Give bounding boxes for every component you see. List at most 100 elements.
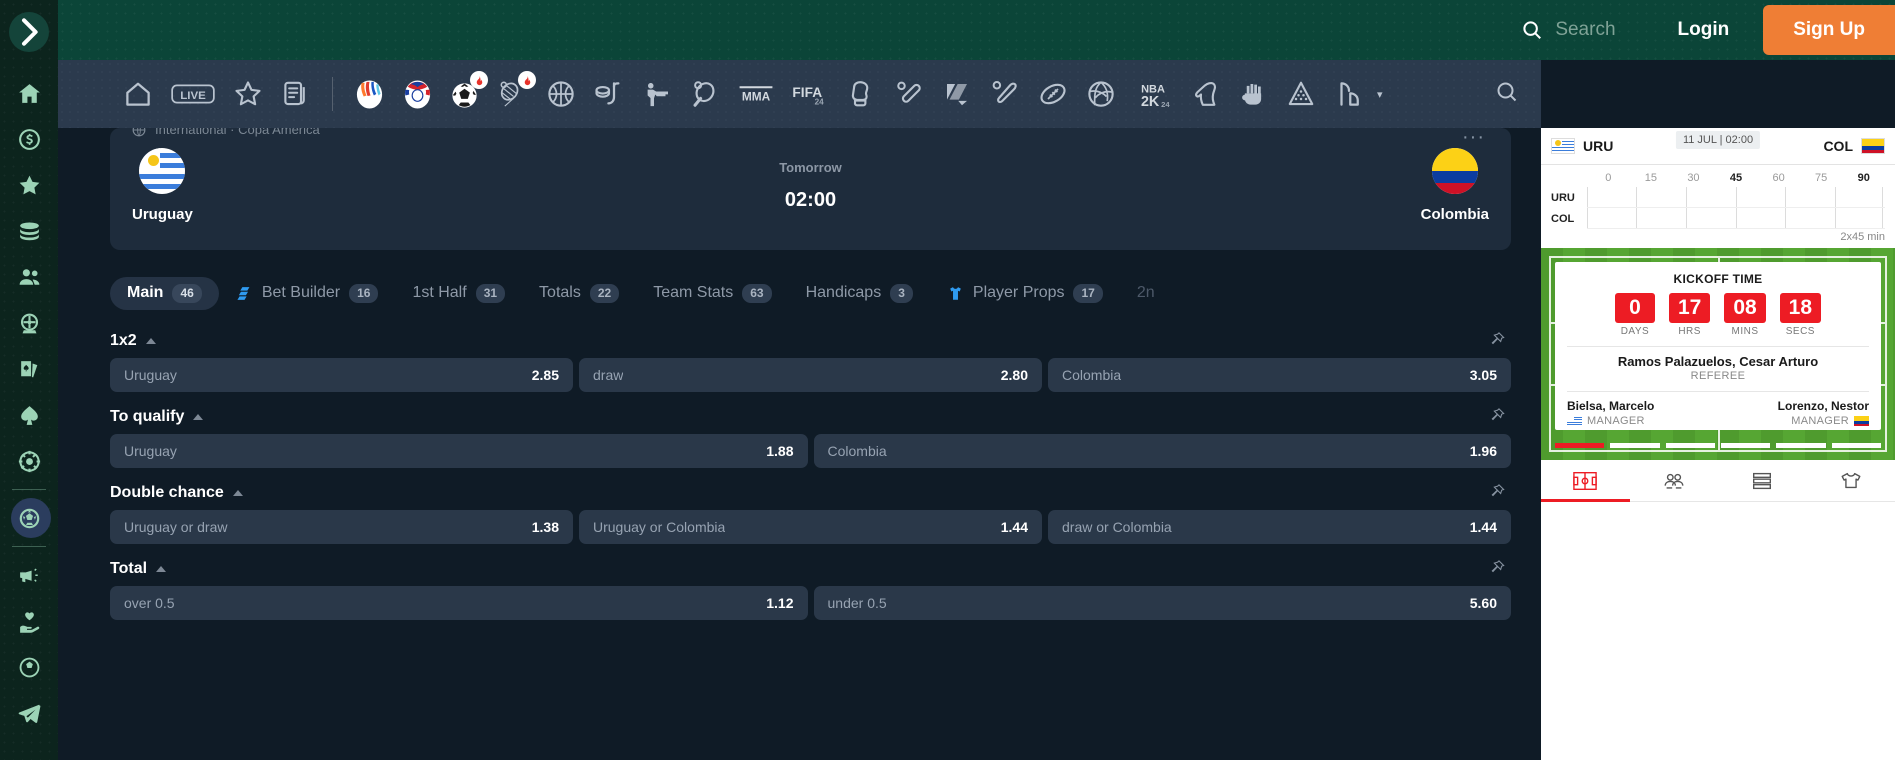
tab-1st-half[interactable]: 1st Half 31 (395, 277, 522, 310)
nav-tennis[interactable] (489, 67, 537, 121)
market-header[interactable]: To qualify (110, 400, 1511, 434)
breadcrumb[interactable]: International · Copa America (132, 128, 320, 137)
nav-home[interactable] (114, 67, 162, 121)
odd-button[interactable]: over 0.5 1.12 (110, 586, 808, 620)
nav-horse-racing[interactable] (1181, 67, 1229, 121)
tab-count: 3 (890, 283, 913, 303)
nav-american-football[interactable] (1029, 67, 1077, 121)
odd-button[interactable]: Colombia 3.05 (1048, 358, 1511, 392)
sidebar-item-news[interactable] (6, 552, 52, 598)
sidebar-item-home[interactable] (6, 70, 52, 116)
nav-favorites[interactable] (224, 67, 272, 121)
pin-market-button[interactable] (1489, 559, 1505, 581)
sidebar-item-coins[interactable] (6, 208, 52, 254)
nav-fifa24[interactable]: FIFA 24 (783, 67, 837, 121)
collapse-caret-icon[interactable] (193, 414, 204, 420)
sidebar-item-cards[interactable] (6, 346, 52, 392)
pin-market-button[interactable] (1489, 407, 1505, 429)
nav-esports-shooter[interactable] (633, 67, 681, 121)
sidebar-item-responsible-gaming[interactable] (6, 598, 52, 644)
odd-button[interactable]: Uruguay 1.88 (110, 434, 808, 468)
away-team[interactable]: Colombia (1421, 148, 1489, 223)
tab-totals[interactable]: Totals 22 (522, 277, 636, 310)
countdown-unit: DAYS (1620, 326, 1650, 337)
nav-copa-america[interactable] (393, 67, 441, 121)
nav-nba2k[interactable]: NBA 2K 24 (1125, 67, 1181, 121)
collapse-caret-icon[interactable] (232, 490, 243, 496)
market-header[interactable]: Total (110, 552, 1511, 586)
nav-soccer[interactable] (441, 67, 489, 121)
search-placeholder: Search (1555, 19, 1616, 40)
pin-market-button[interactable] (1489, 483, 1505, 505)
odd-value: 1.44 (1469, 519, 1497, 535)
nav-dota[interactable] (933, 67, 981, 121)
login-button[interactable]: Login (1678, 19, 1730, 41)
widget-tab-pitch[interactable] (1541, 460, 1630, 502)
nav-cricket[interactable] (885, 67, 933, 121)
nav-boxing[interactable] (837, 67, 885, 121)
sidebar-item-sports[interactable] (6, 495, 52, 541)
odd-button[interactable]: Colombia 1.96 (813, 434, 1511, 468)
nav-snooker[interactable] (1325, 67, 1373, 121)
widget-tab-lineup[interactable] (1630, 460, 1719, 501)
boxing-glove-icon (851, 81, 869, 107)
pin-market-button[interactable] (1489, 331, 1505, 353)
nav-bet-slip[interactable] (272, 67, 320, 121)
more-sports-caret[interactable]: ▾ (1377, 88, 1383, 101)
sidebar-item-favorites[interactable] (6, 162, 52, 208)
odd-button[interactable]: Uruguay or draw 1.38 (110, 510, 573, 544)
odd-button[interactable]: draw 2.80 (579, 358, 1042, 392)
sidebar-item-telegram[interactable] (6, 690, 52, 736)
odds-row: Uruguay 1.88 Colombia 1.96 (110, 434, 1511, 468)
tab-player-props[interactable]: Player Props 17 (930, 277, 1120, 310)
sidebar-item-roulette[interactable] (6, 300, 52, 346)
market-header[interactable]: 1x2 (110, 324, 1511, 358)
nav-handball[interactable] (1229, 67, 1277, 121)
collapse-caret-icon[interactable] (145, 338, 156, 344)
tab-bet-builder[interactable]: Bet Builder 16 (219, 277, 396, 310)
nav-darts[interactable] (1277, 67, 1325, 121)
tab-label: Totals (539, 284, 581, 301)
managers-row: Bielsa, Marcelo MANAGER Lorenzo, Nestor (1567, 399, 1869, 427)
sidebar-item-friends[interactable] (6, 254, 52, 300)
sports-search-button[interactable] (1495, 80, 1519, 109)
sidebar-item-casino[interactable] (6, 438, 52, 484)
odds-row: over 0.5 1.12 under 0.5 5.60 (110, 586, 1511, 620)
nav-baseball[interactable] (981, 67, 1029, 121)
casino-chip-icon (18, 450, 40, 472)
away-manager: Lorenzo, Nestor MANAGER (1778, 399, 1869, 427)
odd-button[interactable]: Uruguay 2.85 (110, 358, 573, 392)
nav-ice-hockey[interactable] (585, 67, 633, 121)
pin-icon (1491, 484, 1505, 497)
sidebar-item-soccer[interactable] (6, 644, 52, 690)
sidebar-item-promotions[interactable] (6, 116, 52, 162)
collapse-caret-icon[interactable] (156, 566, 167, 572)
nav-live[interactable]: LIVE (162, 67, 224, 121)
odd-button[interactable]: Uruguay or Colombia 1.44 (579, 510, 1042, 544)
odd-button[interactable]: under 0.5 5.60 (813, 586, 1511, 620)
expand-sidebar-button[interactable] (9, 12, 49, 52)
tab-next-partial[interactable]: 2n (1120, 277, 1172, 309)
nav-table-tennis[interactable] (681, 67, 729, 121)
widget-away-code: COL (1823, 138, 1853, 154)
referee-name: Ramos Palazuelos, Cesar Arturo (1617, 354, 1819, 369)
tab-team-stats[interactable]: Team Stats 63 (636, 277, 788, 310)
nav-volleyball[interactable] (1077, 67, 1125, 121)
tab-main[interactable]: Main 46 (110, 276, 219, 310)
market-title: Double chance (110, 484, 224, 501)
nav-mma[interactable]: MMA (729, 67, 783, 121)
match-more-button[interactable]: ··· (1462, 128, 1485, 149)
market-title: 1x2 (110, 332, 137, 349)
market-header[interactable]: Double chance (110, 476, 1511, 510)
signup-button[interactable]: Sign Up (1763, 5, 1895, 55)
nav-basketball[interactable] (537, 67, 585, 121)
pin-icon (1491, 408, 1505, 421)
dash-active (1555, 443, 1605, 448)
widget-tab-jersey[interactable] (1807, 460, 1895, 501)
search-input[interactable]: Search (1521, 19, 1616, 41)
sidebar-item-poker[interactable] (6, 392, 52, 438)
odd-button[interactable]: draw or Colombia 1.44 (1048, 510, 1511, 544)
widget-tab-stats[interactable] (1718, 460, 1807, 501)
tab-handicaps[interactable]: Handicaps 3 (789, 277, 930, 310)
nav-euro-cup[interactable] (345, 67, 393, 121)
